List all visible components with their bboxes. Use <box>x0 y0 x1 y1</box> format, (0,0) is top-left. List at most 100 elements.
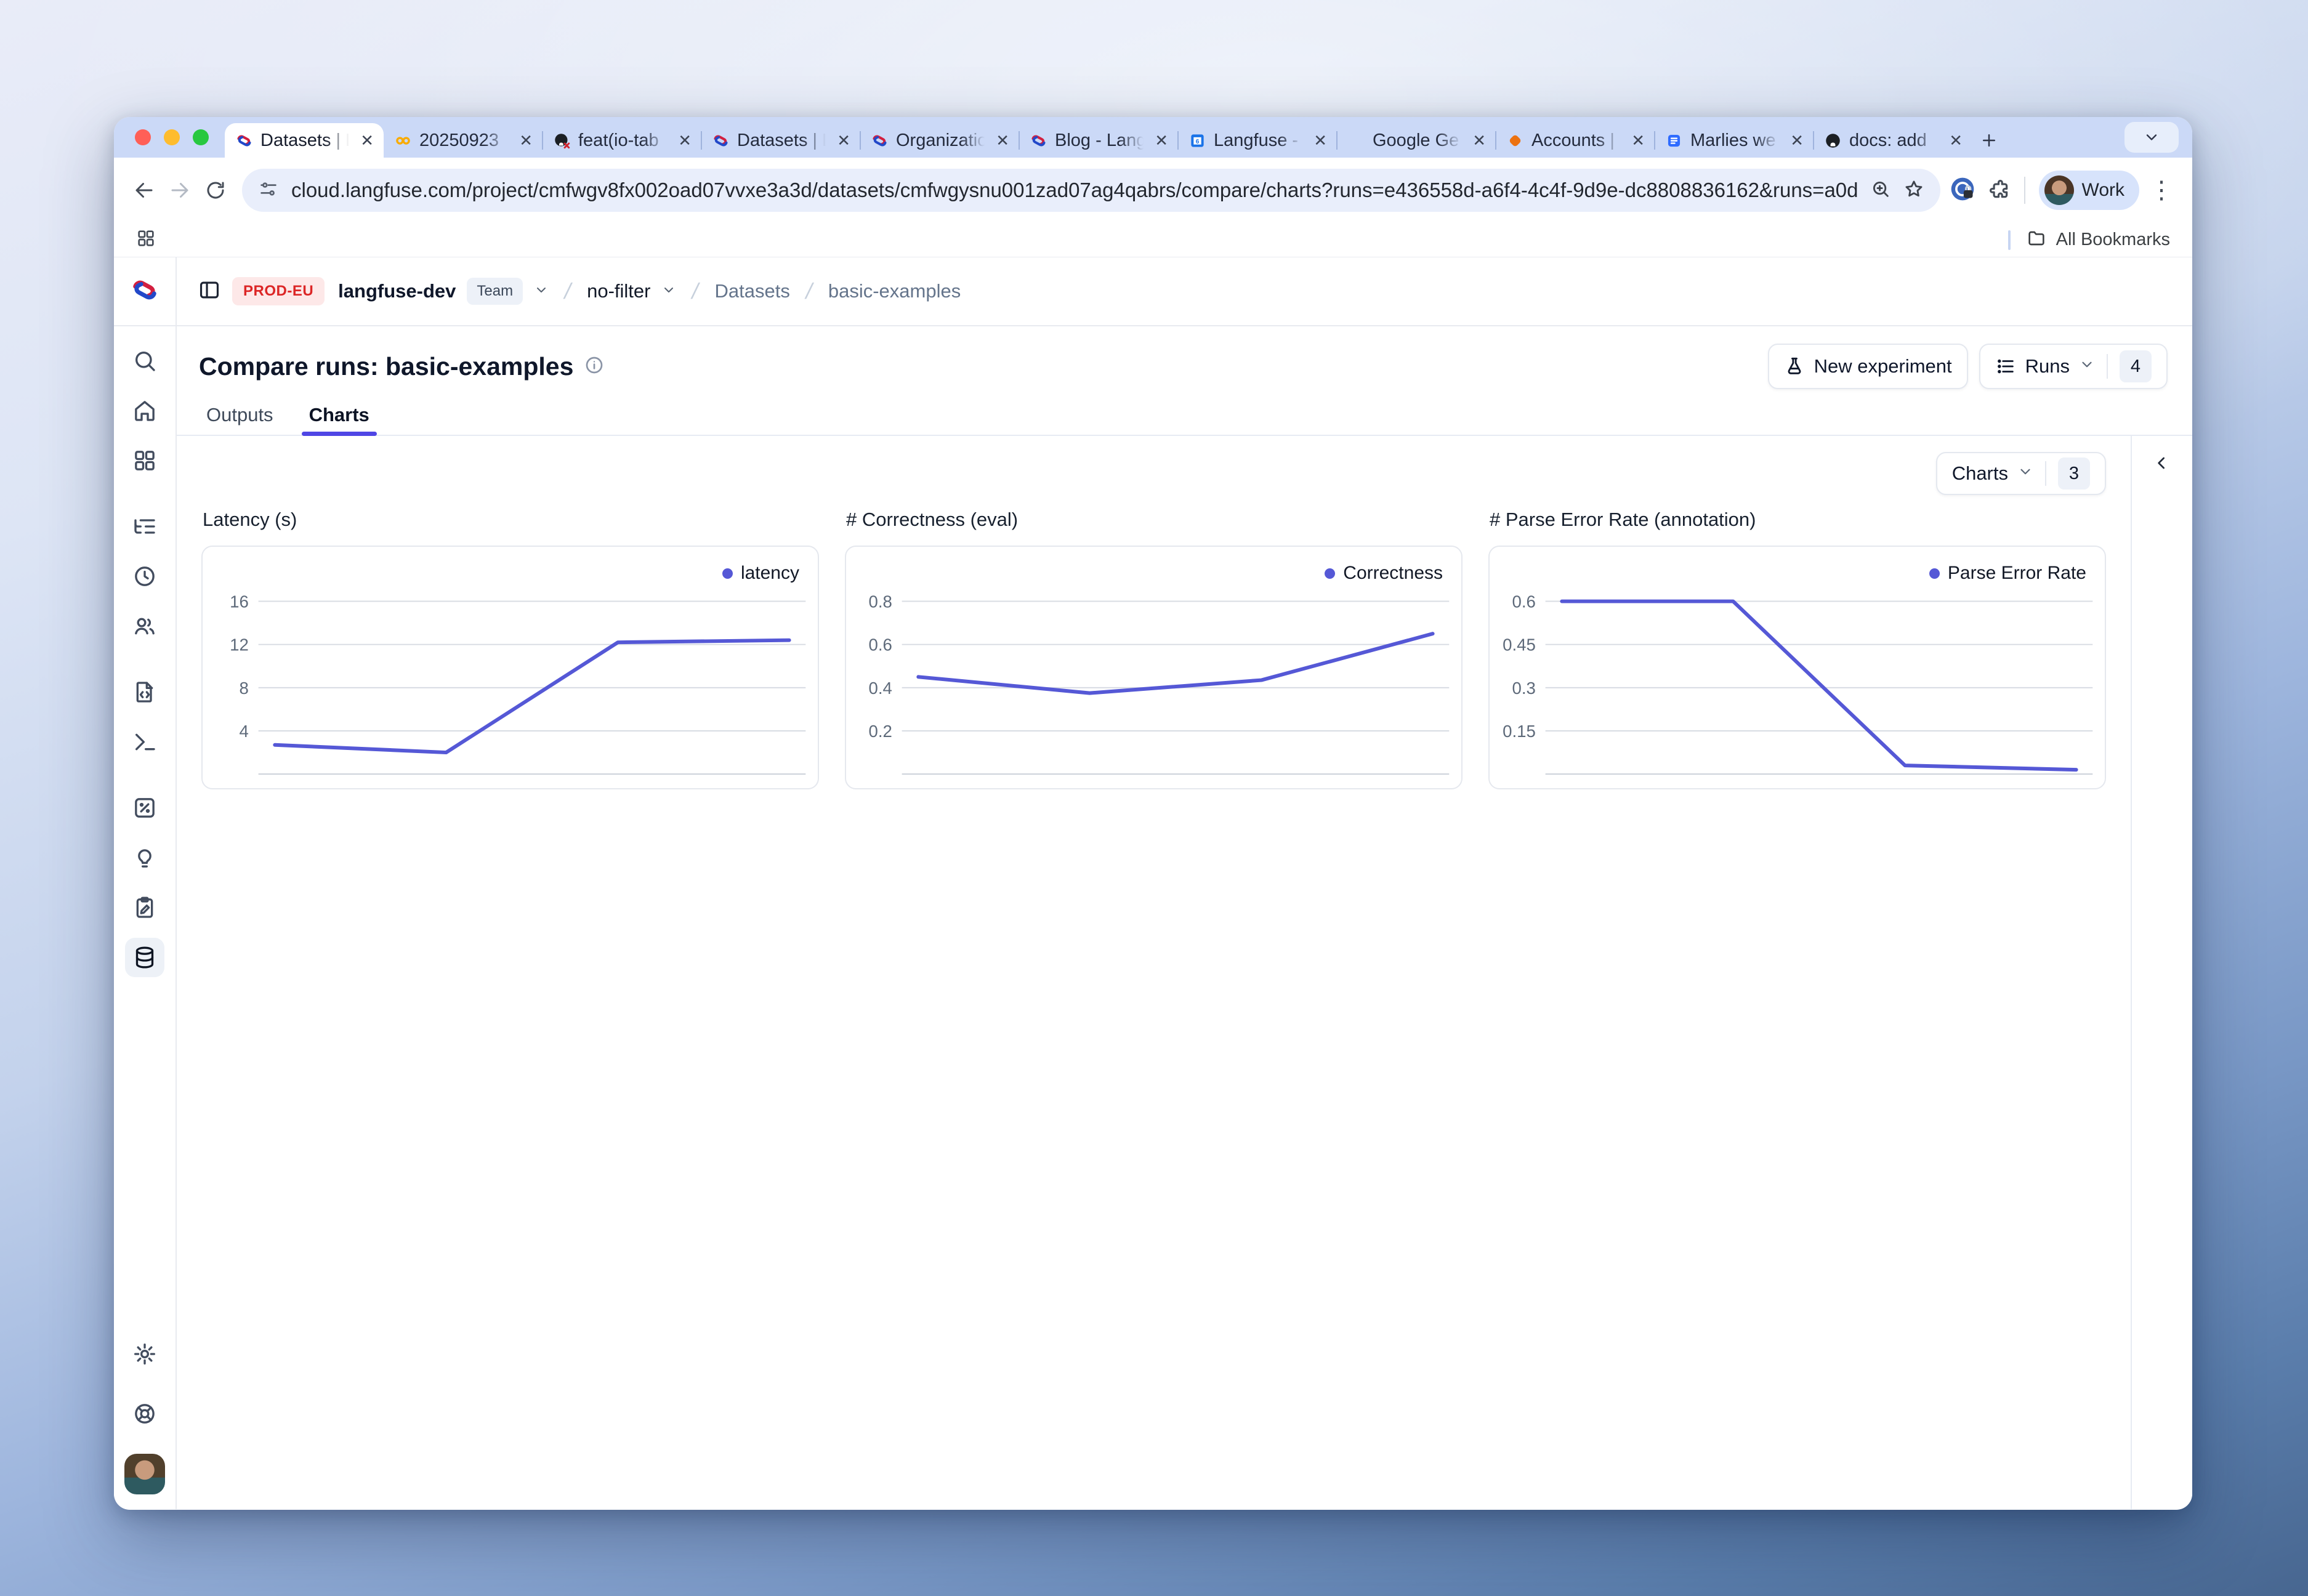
browser-tab[interactable]: Marlies we ✕ <box>1655 123 1814 158</box>
sidebar-item-settings[interactable] <box>125 1334 164 1374</box>
tab-list: Datasets | L ✕ 20250923 ✕ feat(io-tab ✕ … <box>225 117 2006 158</box>
browser-tab[interactable]: Datasets | L ✕ <box>225 123 384 158</box>
tab-title: Langfuse - <box>1214 131 1304 151</box>
tab-close-icon[interactable]: ✕ <box>1630 131 1646 150</box>
organization-name[interactable]: langfuse-dev <box>338 280 456 302</box>
legend-label: Parse Error Rate <box>1948 563 2086 584</box>
zoom-page-icon[interactable] <box>1870 179 1891 203</box>
sidebar-item-dashboards[interactable] <box>125 441 164 480</box>
info-icon[interactable] <box>584 355 604 378</box>
apps-grid-icon[interactable] <box>136 228 156 251</box>
maximize-window-button[interactable] <box>193 129 209 145</box>
tab-charts[interactable]: Charts <box>305 395 373 435</box>
chevron-left-icon[interactable] <box>2152 453 2172 473</box>
charts-selector-button[interactable]: Charts 3 <box>1936 452 2106 495</box>
profile-avatar <box>2044 175 2074 205</box>
tab-title: Marlies we <box>1690 131 1781 151</box>
sidebar-item-prompts[interactable] <box>125 672 164 712</box>
browser-tab[interactable]: Blog - Lang ✕ <box>1019 123 1178 158</box>
tab-close-icon[interactable]: ✕ <box>518 131 534 150</box>
tab-close-icon[interactable]: ✕ <box>677 131 693 150</box>
tab-search-button[interactable] <box>2124 122 2179 153</box>
browser-toolbar: cloud.langfuse.com/project/cmfwgv8fx002o… <box>114 158 2192 223</box>
sidebar-item-sessions[interactable] <box>125 557 164 596</box>
title-row: Compare runs: basic-examples New experim… <box>177 326 2192 395</box>
browser-tab[interactable]: Organizatio ✕ <box>860 123 1019 158</box>
github-check-fail-favicon <box>554 132 570 149</box>
all-bookmarks-button[interactable]: All Bookmarks <box>2056 230 2170 250</box>
chart-legend: Correctness <box>1325 563 1443 584</box>
runs-count-badge: 4 <box>2120 350 2152 382</box>
browser-tab[interactable]: Accounts | ✕ <box>1496 123 1655 158</box>
browser-tab[interactable]: feat(io-tab ✕ <box>543 123 701 158</box>
chevron-down-icon[interactable] <box>534 283 549 300</box>
sidebar-item-search[interactable] <box>125 341 164 381</box>
minimize-window-button[interactable] <box>164 129 180 145</box>
browser-menu-icon[interactable]: ⋮ <box>2149 178 2174 203</box>
tab-close-icon[interactable]: ✕ <box>995 131 1011 150</box>
project-name[interactable]: no-filter <box>587 280 650 302</box>
legend-dot <box>1325 568 1335 579</box>
breadcrumb-datasets[interactable]: Datasets <box>714 280 789 302</box>
browser-tab[interactable]: 20250923 ✕ <box>384 123 543 158</box>
langfuse-logo[interactable] <box>114 257 176 326</box>
sidebar-item-tracing[interactable] <box>125 507 164 546</box>
slash-separator: / <box>562 278 574 304</box>
tab-close-icon[interactable]: ✕ <box>359 131 375 150</box>
sidebar-item-playground[interactable] <box>125 722 164 762</box>
sidebar-item-evaluators[interactable] <box>125 838 164 877</box>
browser-tab[interactable]: docs: add ✕ <box>1814 123 1972 158</box>
button-divider <box>2107 354 2108 379</box>
tab-close-icon[interactable]: ✕ <box>1153 131 1169 150</box>
forward-button[interactable] <box>162 172 198 208</box>
sidebar-item-datasets[interactable] <box>125 938 164 977</box>
back-button[interactable] <box>126 172 162 208</box>
sidebar-item-annotation[interactable] <box>125 888 164 927</box>
sidebar-toggle-icon[interactable] <box>198 278 221 305</box>
environment-badge: PROD-EU <box>232 277 325 305</box>
tab-close-icon[interactable]: ✕ <box>1789 131 1805 150</box>
url-text[interactable]: cloud.langfuse.com/project/cmfwgv8fx002o… <box>291 179 1858 202</box>
tab-close-icon[interactable]: ✕ <box>1948 131 1964 150</box>
chart-title: Latency (s) <box>203 509 819 531</box>
new-experiment-button[interactable]: New experiment <box>1768 344 1968 389</box>
browser-tab[interactable]: Datasets | L ✕ <box>701 123 860 158</box>
close-window-button[interactable] <box>135 129 151 145</box>
tab-title: feat(io-tab <box>578 131 669 151</box>
parse-error-rate-chart[interactable]: 0.60.450.30.15 Parse Error Rate <box>1488 546 2106 789</box>
address-bar[interactable]: cloud.langfuse.com/project/cmfwgv8fx002o… <box>242 169 1940 212</box>
correctness-chart[interactable]: 0.80.60.40.2 Correctness <box>845 546 1463 789</box>
bookmark-star-icon[interactable] <box>1903 179 1924 203</box>
browser-tab[interactable]: Langfuse - ✕ <box>1178 123 1337 158</box>
svg-text:8: 8 <box>240 679 249 698</box>
charts-count-badge: 3 <box>2058 457 2090 490</box>
breadcrumb-dataset-name[interactable]: basic-examples <box>828 280 961 302</box>
reload-button[interactable] <box>198 172 233 208</box>
sidebar-item-users[interactable] <box>125 607 164 646</box>
latency-chart[interactable]: 161284 latency <box>201 546 819 789</box>
user-avatar[interactable] <box>124 1454 165 1494</box>
tab-close-icon[interactable]: ✕ <box>836 131 852 150</box>
chevron-down-icon[interactable] <box>661 283 676 300</box>
langfuse-favicon <box>871 132 888 149</box>
new-tab-button[interactable] <box>1972 123 2006 158</box>
tab-close-icon[interactable]: ✕ <box>1312 131 1328 150</box>
browser-tab[interactable]: Google Ge ✕ <box>1337 123 1496 158</box>
plan-badge: Team <box>467 278 523 305</box>
password-manager-extension-icon[interactable] <box>1949 175 1976 206</box>
sidebar-item-scores[interactable] <box>125 788 164 828</box>
extensions-puzzle-icon[interactable] <box>1987 177 2011 204</box>
blue-notes-favicon <box>1666 132 1682 149</box>
tab-title: Datasets | L <box>737 131 828 151</box>
profile-button[interactable]: Work <box>2039 171 2139 210</box>
gemini-favicon <box>1348 132 1365 149</box>
tab-close-icon[interactable]: ✕ <box>1471 131 1487 150</box>
site-settings-icon[interactable] <box>258 179 279 203</box>
runs-selector-button[interactable]: Runs 4 <box>1979 344 2168 389</box>
slash-separator: / <box>690 278 701 304</box>
sidebar-item-home[interactable] <box>125 391 164 430</box>
svg-text:0.15: 0.15 <box>1503 722 1536 741</box>
sidebar-item-support[interactable] <box>125 1394 164 1433</box>
tab-outputs[interactable]: Outputs <box>203 395 277 435</box>
new-experiment-label: New experiment <box>1814 355 1952 377</box>
